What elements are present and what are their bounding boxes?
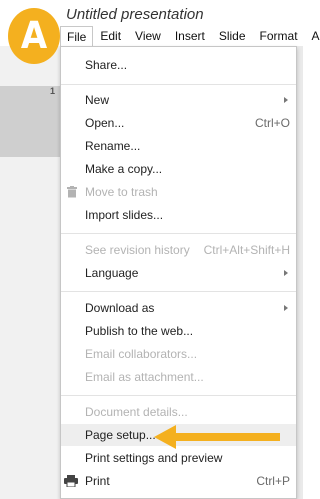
menu-item-share[interactable]: Share...: [61, 54, 296, 76]
menu-item-new[interactable]: New: [61, 89, 296, 111]
menu-item-open[interactable]: Open... Ctrl+O: [61, 112, 296, 134]
menu-item-revision-history[interactable]: See revision history Ctrl+Alt+Shift+H: [61, 239, 296, 261]
submenu-arrow-icon: [284, 97, 288, 103]
menu-separator: [61, 233, 296, 234]
menu-item-document-details[interactable]: Document details...: [61, 401, 296, 423]
canvas-edge: [297, 46, 303, 499]
menu-item-rename[interactable]: Rename...: [61, 135, 296, 157]
document-title[interactable]: Untitled presentation: [66, 6, 204, 23]
slide-number: 1: [50, 86, 56, 96]
menu-file[interactable]: File: [60, 26, 94, 46]
menu-view[interactable]: View: [128, 29, 168, 43]
menu-separator: [61, 395, 296, 396]
step-badge: A: [8, 8, 60, 64]
menubar: File Edit View Insert Slide Format A: [60, 26, 320, 46]
menu-item-publish[interactable]: Publish to the web...: [61, 320, 296, 342]
menu-edit[interactable]: Edit: [93, 29, 128, 43]
menu-item-import-slides[interactable]: Import slides...: [61, 204, 296, 226]
menu-format[interactable]: Format: [253, 29, 305, 43]
slide-thumbnail[interactable]: [0, 86, 60, 157]
menu-item-download-as[interactable]: Download as: [61, 297, 296, 319]
menu-item-email-collaborators[interactable]: Email collaborators...: [61, 343, 296, 365]
menu-item-email-attachment[interactable]: Email as attachment...: [61, 366, 296, 388]
menu-separator: [61, 84, 296, 85]
submenu-arrow-icon: [284, 305, 288, 311]
menu-insert[interactable]: Insert: [168, 29, 212, 43]
menu-slide[interactable]: Slide: [212, 29, 253, 43]
trash-icon: [67, 186, 77, 198]
menu-item-make-copy[interactable]: Make a copy...: [61, 158, 296, 180]
menu-item-language[interactable]: Language: [61, 262, 296, 284]
menu-arrange[interactable]: A: [305, 29, 320, 43]
submenu-arrow-icon: [284, 270, 288, 276]
menu-item-print[interactable]: Print Ctrl+P: [61, 470, 296, 492]
printer-icon: [64, 475, 78, 487]
menu-item-move-to-trash[interactable]: Move to trash: [61, 181, 296, 203]
arrow-left-icon: [154, 425, 280, 449]
menu-separator: [61, 291, 296, 292]
